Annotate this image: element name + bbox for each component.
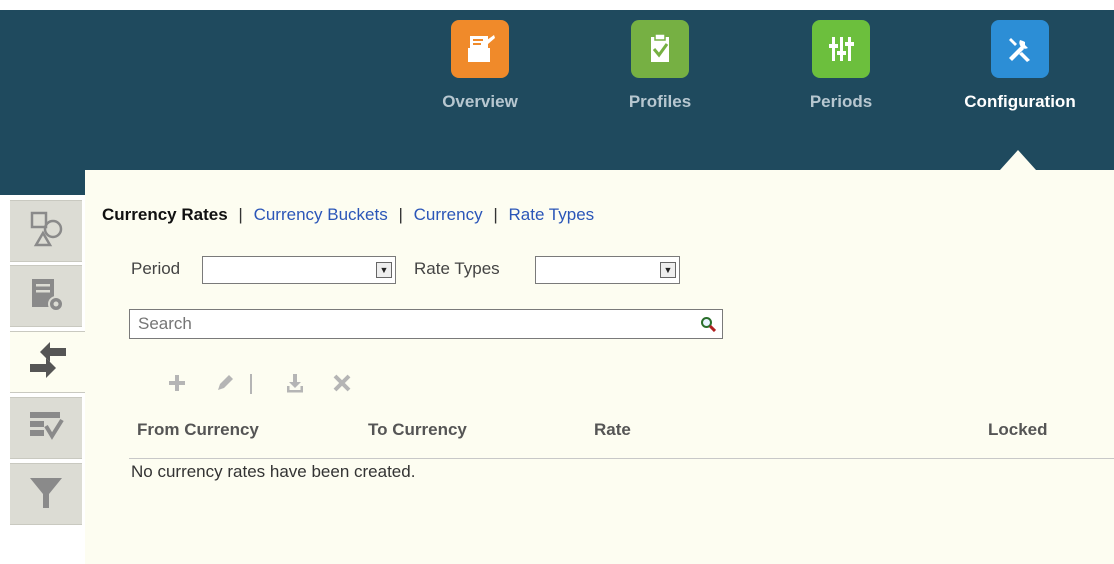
active-tab-pointer [1000,150,1036,170]
delete-icon[interactable] [331,372,353,394]
period-select[interactable]: ▼ [202,256,396,284]
column-header-rate[interactable]: Rate [594,420,631,440]
shapes-icon [26,209,66,254]
add-icon[interactable] [166,372,188,394]
subnav-separator: | [493,205,498,224]
toolbar-divider [250,374,252,394]
nav-tile-configuration[interactable]: Configuration [960,20,1080,112]
filter-icon [26,472,66,517]
subnav-currency[interactable]: Currency [414,205,483,224]
periods-icon [812,20,870,78]
search-input[interactable] [129,309,723,339]
sidebar-tab-shapes[interactable] [10,200,82,262]
subnav-currency-rates[interactable]: Currency Rates [102,205,228,224]
nav-tile-overview[interactable]: Overview [420,20,540,112]
sidebar-tab-filter[interactable] [10,463,82,525]
configuration-icon [991,20,1049,78]
empty-table-message: No currency rates have been created. [131,462,416,481]
edit-icon[interactable] [214,372,236,394]
side-toolbar [0,195,86,564]
nav-label-periods: Periods [809,92,873,111]
app-root: Overview Profiles Periods Configuration … [0,0,1114,564]
doc-settings-icon [26,274,66,319]
nav-label-profiles: Profiles [628,92,692,111]
subnav-separator: | [398,205,403,224]
subnav-separator: | [238,205,243,224]
column-header-to-currency[interactable]: To Currency [368,420,467,440]
period-label: Period [131,259,181,278]
nav-tile-periods[interactable]: Periods [781,20,901,112]
search-icon[interactable] [700,316,717,333]
subnav-rate-types[interactable]: Rate Types [508,205,594,224]
subnav-currency-buckets[interactable]: Currency Buckets [254,205,388,224]
sidebar-tab-doc-settings[interactable] [10,265,82,327]
column-header-from-currency[interactable]: From Currency [137,420,259,440]
rate-types-select[interactable]: ▼ [535,256,680,284]
table-header-divider [129,458,1114,459]
sidebar-tab-exchange[interactable] [10,331,86,393]
nav-label-configuration: Configuration [964,92,1076,111]
sub-navigation: Currency Rates | Currency Buckets | Curr… [102,205,594,225]
overview-icon [451,20,509,78]
form-check-icon [26,406,66,451]
chevron-down-icon[interactable]: ▼ [376,262,392,278]
nav-tile-profiles[interactable]: Profiles [600,20,720,112]
column-header-locked[interactable]: Locked [988,420,1048,440]
profiles-icon [631,20,689,78]
nav-label-overview: Overview [442,92,518,111]
rate-types-label: Rate Types [414,259,500,278]
chevron-down-icon[interactable]: ▼ [660,262,676,278]
content-panel [85,170,1114,564]
import-icon[interactable] [284,372,306,394]
sidebar-tab-form-check[interactable] [10,397,82,459]
exchange-arrows-icon [26,340,70,385]
